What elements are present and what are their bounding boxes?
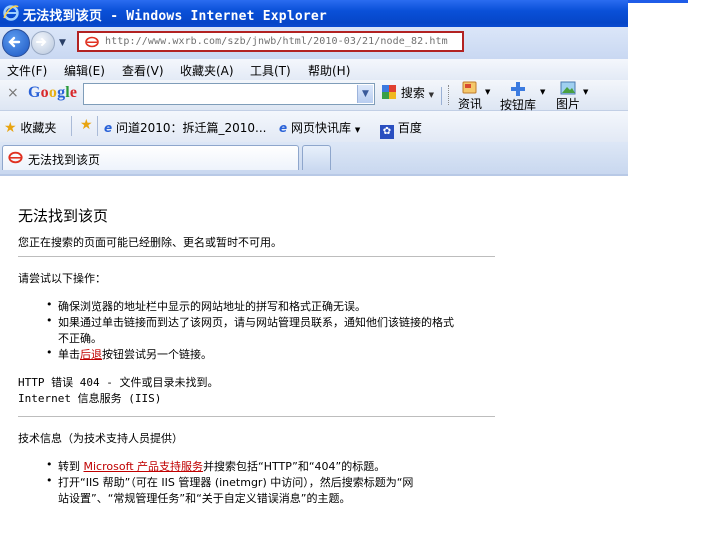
suggestion-2-cont: 不正确。: [58, 332, 102, 345]
chrome-bottom-border: [0, 174, 628, 176]
back-text-post: 按钮尝试另一个链接。: [102, 348, 212, 361]
images-button[interactable]: 图片: [554, 81, 582, 112]
google-search-label: 搜索: [400, 86, 425, 100]
google-toolbar-close-icon[interactable]: ×: [7, 85, 19, 101]
images-label: 图片: [555, 97, 580, 111]
add-favorite-star-icon[interactable]: ★: [80, 117, 93, 133]
google-search-button[interactable]: 搜索 ▼: [381, 84, 434, 101]
toolbar-separator: [71, 116, 72, 136]
address-url[interactable]: http://www.wxrb.com/szb/jnwb/html/2010-0…: [105, 36, 448, 47]
menu-file[interactable]: 文件(F): [7, 62, 47, 79]
favorite-item-label: 网页快讯库: [290, 121, 351, 135]
favorite-item-webslice[interactable]: e 网页快讯库 ▼: [279, 119, 360, 136]
http-error-line: HTTP 错误 404 - 文件或目录未找到。: [18, 376, 219, 389]
bullet: •: [46, 474, 53, 487]
bullet: •: [46, 314, 53, 327]
favorite-item-label: 问道2010：拆迁篇_2010...: [115, 121, 267, 135]
star-icon: ★: [4, 120, 17, 136]
favorites-button[interactable]: ★ 收藏夹: [4, 119, 56, 136]
back-button[interactable]: [2, 29, 30, 57]
title-bar-edge: [628, 0, 688, 3]
news-label: 资讯: [457, 97, 482, 111]
back-text-pre: 单击: [58, 348, 80, 361]
tech1-post: 并搜索包括“HTTP”和“404”的标题。: [203, 460, 386, 473]
ie-page-icon: e: [279, 121, 288, 135]
favorite-item-label: 百度: [397, 121, 422, 135]
back-arrow-icon: [8, 36, 21, 48]
tech-item-1: 转到 Microsoft 产品支持服务并搜索包括“HTTP”和“404”的标题。: [58, 458, 385, 474]
forward-arrow-icon: [36, 38, 47, 46]
address-bar[interactable]: http://www.wxrb.com/szb/jnwb/html/2010-0…: [77, 31, 464, 52]
tab-current[interactable]: 无法找到该页: [2, 145, 299, 170]
baidu-paw-icon: ✿: [380, 125, 394, 139]
suggestion-2: 如果通过单击链接而到达了该网页，请与网站管理员联系，通知他们该链接的格式: [58, 316, 454, 329]
ie-page-icon: e: [104, 121, 113, 135]
image-icon: [560, 81, 576, 95]
tab-title: 无法找到该页: [28, 153, 101, 167]
menu-tools[interactable]: 工具(T): [250, 62, 291, 79]
google-search-input[interactable]: ▼: [83, 83, 375, 105]
ie-logo-icon: [3, 5, 19, 21]
menu-favorites[interactable]: 收藏夹(A): [180, 62, 234, 79]
favorites-label: 收藏夹: [20, 121, 57, 135]
iis-line: Internet 信息服务 (IIS): [18, 392, 162, 405]
page-heading: 无法找到该页: [18, 207, 109, 225]
intro-text: 您正在搜索的页面可能已经删除、更名或暂时不可用。: [18, 236, 282, 249]
suggestion-1: 确保浏览器的地址栏中显示的网站地址的拼写和格式正确无误。: [58, 300, 366, 313]
tech-item-2-cont: 站设置”、“常规管理任务”和“关于自定义错误消息”的主题。: [58, 492, 351, 505]
plus-icon: [511, 82, 525, 96]
try-heading: 请尝试以下操作：: [18, 272, 106, 285]
favorite-item-wendao[interactable]: e 问道2010：拆迁篇_2010...: [104, 119, 267, 136]
tech-heading: 技术信息（为技术支持人员提供）: [18, 432, 183, 445]
menu-edit[interactable]: 编辑(E): [64, 62, 105, 79]
recent-pages-dropdown[interactable]: ▼: [59, 38, 66, 48]
menu-help[interactable]: 帮助(H): [308, 62, 350, 79]
new-tab-button[interactable]: [302, 145, 331, 170]
ms-support-link[interactable]: Microsoft 产品支持服务: [84, 460, 204, 473]
news-button[interactable]: 资讯: [453, 81, 487, 112]
suggestion-3: 单击后退按钮尝试另一个链接。: [58, 346, 212, 362]
button-gallery-button[interactable]: 按钮库: [498, 81, 538, 113]
bullet: •: [46, 346, 53, 359]
favorite-item-baidu[interactable]: ✿ 百度: [380, 119, 422, 139]
page-icon: [85, 36, 99, 48]
divider: [18, 416, 495, 417]
chevron-down-icon[interactable]: ▼: [429, 91, 434, 99]
forward-button[interactable]: [31, 31, 55, 55]
google-g-icon: [382, 85, 396, 99]
google-logo[interactable]: Google: [28, 84, 77, 102]
chevron-down-icon[interactable]: ▼: [583, 88, 588, 96]
tech-item-2: 打开“IIS 帮助”（可在 IIS 管理器 (inetmgr) 中访问），然后搜…: [58, 476, 414, 489]
back-link[interactable]: 后退: [80, 348, 102, 361]
toolbar-separator: [441, 87, 442, 105]
page-icon: [8, 151, 23, 164]
bullet: •: [46, 458, 53, 471]
menu-view[interactable]: 查看(V): [122, 62, 164, 79]
chevron-down-icon[interactable]: ▼: [540, 88, 545, 96]
title-bar: 无法找到该页 - Windows Internet Explorer: [0, 0, 628, 27]
chevron-down-icon[interactable]: ▼: [357, 85, 373, 103]
bullet: •: [46, 298, 53, 311]
tech1-pre: 转到: [58, 460, 84, 473]
window-title: 无法找到该页 - Windows Internet Explorer: [23, 9, 327, 24]
chevron-down-icon[interactable]: ▼: [485, 88, 490, 96]
news-icon: [462, 81, 477, 94]
toolbar-separator: [97, 116, 98, 136]
chevron-down-icon: ▼: [354, 126, 361, 134]
divider: [18, 256, 495, 257]
